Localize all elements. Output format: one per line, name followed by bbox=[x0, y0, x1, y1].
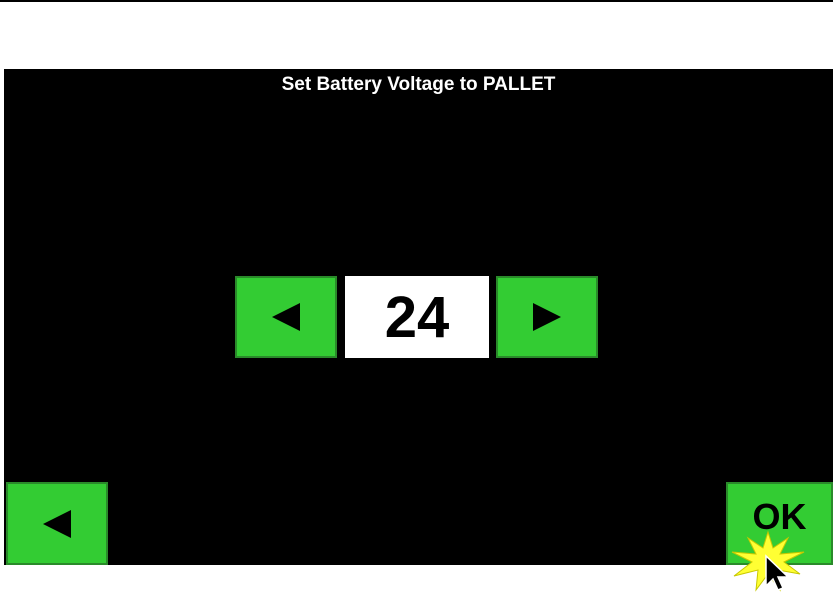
voltage-value: 24 bbox=[345, 276, 489, 358]
triangle-left-icon bbox=[272, 303, 300, 331]
ok-button-label: OK bbox=[752, 495, 807, 537]
triangle-left-icon bbox=[43, 509, 71, 538]
decrease-voltage-button[interactable] bbox=[235, 276, 337, 358]
back-button[interactable] bbox=[6, 482, 108, 565]
triangle-right-icon bbox=[533, 303, 561, 331]
dialog-title: Set Battery Voltage to PALLET bbox=[281, 74, 556, 95]
increase-voltage-button[interactable] bbox=[496, 276, 598, 358]
ok-button[interactable]: OK bbox=[726, 482, 833, 565]
screen-panel: Set Battery Voltage to PALLET 24 OK bbox=[4, 69, 833, 565]
top-divider bbox=[0, 0, 833, 2]
